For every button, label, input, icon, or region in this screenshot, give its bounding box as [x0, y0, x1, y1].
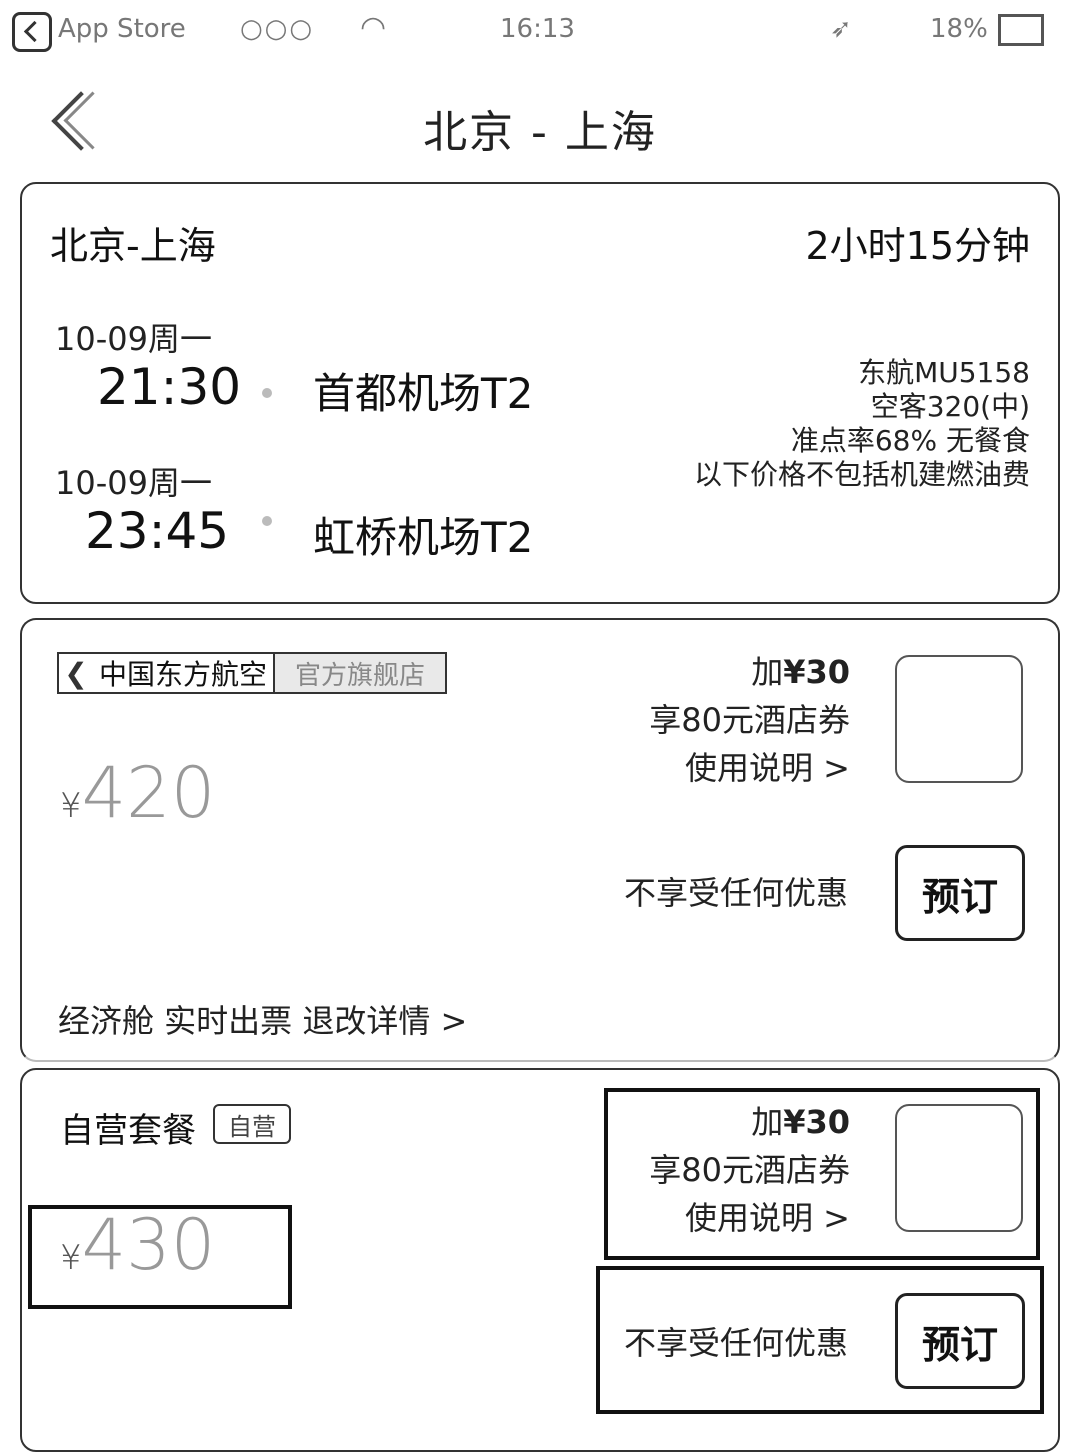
arrive-airport: 虹桥机场T2 [313, 513, 534, 562]
wifi-icon: ◠ [360, 10, 387, 45]
usage-instructions-link[interactable]: 使用说明 > [649, 1194, 850, 1242]
flight-number: 东航MU5158 [858, 356, 1030, 389]
addon-prefix: 加 [751, 1103, 784, 1141]
usage-instructions-link[interactable]: 使用说明 > [649, 744, 850, 792]
price-value: 430 [81, 1204, 216, 1286]
airline-swirl-icon: ❮ [64, 656, 88, 690]
airline-name: 中国东方航空 [99, 658, 268, 691]
addon-benefit: 享80元酒店券 [649, 701, 850, 739]
battery-icon [998, 14, 1044, 46]
offer1-addon: 加¥30 享80元酒店券 使用说明 > [649, 648, 850, 792]
status-time: 16:13 [500, 14, 575, 44]
carrier-label: App Store [58, 14, 186, 44]
route-label: 北京-上海 [50, 224, 216, 268]
punctuality-meal: 准点率68% 无餐食 [790, 424, 1030, 457]
flagship-tag: 官方旗舰店 [273, 654, 445, 692]
arrive-date: 10-09周一 [55, 464, 212, 502]
page-title: 北京 - 上海 [423, 107, 657, 158]
offer1-price: ¥420 [60, 752, 215, 834]
addon-amount: ¥30 [783, 653, 850, 691]
signal-icon: ○○○ [240, 14, 315, 44]
aircraft-type: 空客320(中) [870, 390, 1030, 423]
addon-benefit: 享80元酒店券 [649, 1151, 850, 1189]
book-button[interactable]: 预订 [895, 1293, 1025, 1389]
arrive-time: 23:45 [85, 502, 230, 560]
flight-duration: 2小时15分钟 [805, 224, 1030, 268]
depart-dot-icon [262, 388, 272, 398]
back-to-app-icon[interactable] [12, 12, 52, 52]
status-bar: App Store ○○○ ◠ 16:13 ➶ 18% [0, 0, 1080, 60]
fare-details-link[interactable]: 经济舱 实时出票 退改详情 > [58, 996, 467, 1042]
self-operated-tag: 自营 [213, 1104, 291, 1144]
no-discount-label: 不享受任何优惠 [623, 874, 848, 912]
addon-amount: ¥30 [783, 1103, 850, 1141]
offer2-addon: 加¥30 享80元酒店券 使用说明 > [649, 1098, 850, 1242]
currency-symbol: ¥ [60, 1238, 82, 1278]
location-icon: ➶ [830, 14, 852, 44]
price-note: 以下价格不包括机建燃油费 [693, 458, 1030, 491]
depart-date: 10-09周一 [55, 320, 212, 358]
battery-percent: 18% [930, 14, 988, 44]
arrive-dot-icon [262, 516, 272, 526]
addon-checkbox[interactable] [895, 1104, 1023, 1232]
no-discount-label: 不享受任何优惠 [623, 1324, 848, 1362]
flight-details: 东航MU5158 空客320(中) 准点率68% 无餐食 以下价格不包括机建燃油… [694, 356, 1030, 492]
price-value: 420 [81, 752, 216, 834]
offer2-price: ¥430 [60, 1204, 215, 1286]
addon-checkbox[interactable] [895, 655, 1023, 783]
currency-symbol: ¥ [60, 786, 82, 826]
addon-prefix: 加 [751, 653, 784, 691]
depart-airport: 首都机场T2 [313, 369, 534, 418]
package-label: 自营套餐 [60, 1111, 196, 1151]
book-button[interactable]: 预订 [895, 845, 1025, 941]
depart-time: 21:30 [97, 358, 242, 416]
airline-logo[interactable]: ❮ 中国东方航空 官方旗舰店 [57, 652, 447, 694]
